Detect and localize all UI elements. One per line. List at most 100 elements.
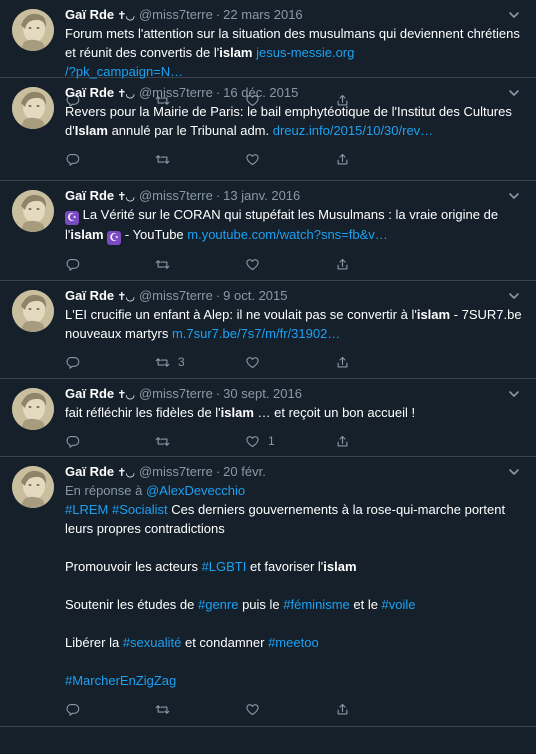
- highlighted-keyword: Islam: [74, 123, 108, 138]
- reply-icon: [66, 356, 80, 369]
- like-icon: [246, 258, 259, 270]
- tweet[interactable]: Gaï Rde ✝◡ @miss7terre · 22 mars 2016 Forum …: [0, 0, 536, 107]
- hashtag-link[interactable]: #meetoo: [268, 635, 319, 650]
- share-button[interactable]: [335, 152, 425, 167]
- like-button[interactable]: [245, 257, 335, 272]
- separator-dot: ·: [215, 386, 221, 401]
- share-icon: [337, 435, 348, 446]
- hashtag-link[interactable]: #sexualité: [123, 635, 182, 650]
- share-button[interactable]: [335, 355, 425, 370]
- chevron-down-icon[interactable]: [508, 86, 524, 102]
- tweet-text: #LREM #Socialist Ces derniers gouverneme…: [65, 502, 506, 688]
- display-name[interactable]: Gaï Rde: [65, 85, 114, 100]
- crescent-emoji-icon: ☪: [65, 211, 79, 225]
- highlighted-keyword: islam: [70, 227, 104, 242]
- tweet[interactable]: Gaï Rde ✝◡ @miss7terre · 9 oct. 2015 L'EI cr…: [0, 281, 536, 379]
- share-button[interactable]: [335, 702, 425, 717]
- chevron-down-icon[interactable]: [508, 289, 524, 305]
- like-count: 1: [268, 434, 275, 448]
- like-button[interactable]: [245, 152, 335, 167]
- reply-button[interactable]: [65, 355, 155, 370]
- hashtag-link[interactable]: #LREM: [65, 502, 108, 517]
- reply-button[interactable]: [65, 702, 155, 717]
- reply-button[interactable]: [65, 152, 155, 167]
- name-emoji-badge: ✝◡: [117, 467, 135, 479]
- hashtag-link[interactable]: #féminisme: [283, 597, 349, 612]
- hashtag-link[interactable]: #MarcherEnZigZag: [65, 673, 176, 688]
- tweet-header: Gaï Rde ✝◡ @miss7terre · 16 déc. 2015: [65, 84, 524, 102]
- tweet-actions: [65, 142, 524, 176]
- reply-icon: [66, 435, 80, 448]
- retweet-button[interactable]: [155, 152, 245, 167]
- avatar[interactable]: [12, 9, 54, 51]
- name-emoji-badge: ✝◡: [117, 291, 135, 303]
- retweet-icon: [155, 704, 170, 714]
- separator-dot: ·: [215, 464, 221, 479]
- hashtag-link[interactable]: #voile: [382, 597, 416, 612]
- highlighted-keyword: islam: [220, 405, 254, 420]
- retweet-icon: [155, 154, 170, 164]
- retweet-button[interactable]: [155, 257, 245, 272]
- reply-icon: [66, 258, 80, 271]
- avatar[interactable]: [12, 190, 54, 232]
- reply-to-handle[interactable]: @AlexDevecchio: [146, 483, 245, 498]
- like-icon: [246, 703, 259, 715]
- user-handle[interactable]: @miss7terre: [139, 7, 213, 22]
- tweet[interactable]: Gaï Rde ✝◡ @miss7terre · 16 déc. 2015 Revers…: [0, 78, 536, 181]
- user-handle[interactable]: @miss7terre: [139, 288, 213, 303]
- like-button[interactable]: [245, 702, 335, 717]
- reply-button[interactable]: [65, 257, 155, 272]
- tweet-date[interactable]: 13 janv. 2016: [223, 188, 300, 203]
- reply-button[interactable]: [65, 434, 155, 449]
- hashtag-link[interactable]: #genre: [198, 597, 238, 612]
- user-handle[interactable]: @miss7terre: [139, 464, 213, 479]
- like-button[interactable]: [245, 355, 335, 370]
- display-name[interactable]: Gaï Rde: [65, 288, 114, 303]
- share-button[interactable]: [335, 434, 425, 449]
- retweet-button[interactable]: [155, 702, 245, 717]
- url-link[interactable]: dreuz.info/2015/10/30/rev…: [273, 123, 433, 138]
- user-handle[interactable]: @miss7terre: [139, 188, 213, 203]
- tweet-date[interactable]: 30 sept. 2016: [223, 386, 302, 401]
- retweet-button[interactable]: [155, 434, 245, 449]
- hashtag-link[interactable]: #LGBTI: [202, 559, 247, 574]
- user-handle[interactable]: @miss7terre: [139, 386, 213, 401]
- display-name[interactable]: Gaï Rde: [65, 188, 114, 203]
- reply-icon: [66, 153, 80, 166]
- name-emoji-badge: ✝◡: [117, 191, 135, 203]
- avatar[interactable]: [12, 466, 54, 508]
- reply-icon: [66, 703, 80, 716]
- timeline: Gaï Rde ✝◡ @miss7terre · 22 mars 2016 Forum …: [0, 0, 536, 727]
- url-link[interactable]: m.youtube.com/watch?sns=fb&v…: [187, 227, 388, 242]
- like-button[interactable]: 1: [245, 434, 335, 449]
- chevron-down-icon[interactable]: [508, 8, 524, 24]
- tweet-date[interactable]: 20 févr.: [223, 464, 266, 479]
- tweet[interactable]: Gaï Rde ✝◡ @miss7terre · 20 févr. En réponse…: [0, 457, 536, 727]
- user-handle[interactable]: @miss7terre: [139, 85, 213, 100]
- chevron-down-icon[interactable]: [508, 189, 524, 205]
- crescent-emoji-icon: ☪: [107, 231, 122, 245]
- retweet-button[interactable]: 3: [155, 355, 245, 370]
- avatar[interactable]: [12, 388, 54, 430]
- url-link[interactable]: jesus-messie.org /?pk_campaign=N…: [65, 45, 354, 79]
- avatar[interactable]: [12, 290, 54, 332]
- tweet[interactable]: Gaï Rde ✝◡ @miss7terre · 13 janv. 2016 ☪ La …: [0, 181, 536, 281]
- reply-prefix: En réponse à: [65, 483, 146, 498]
- tweet-date[interactable]: 22 mars 2016: [223, 7, 303, 22]
- separator-dot: ·: [215, 188, 221, 203]
- share-button[interactable]: [335, 257, 425, 272]
- display-name[interactable]: Gaï Rde: [65, 386, 114, 401]
- tweet-text: L'EI crucifie un enfant à Alep: il ne vo…: [65, 307, 526, 341]
- url-link[interactable]: m.7sur7.be/7s7/m/fr/31902…: [172, 326, 340, 341]
- tweet-date[interactable]: 16 déc. 2015: [223, 85, 298, 100]
- tweet[interactable]: Gaï Rde ✝◡ @miss7terre · 30 sept. 2016 fait …: [0, 379, 536, 457]
- share-icon: [337, 356, 348, 367]
- display-name[interactable]: Gaï Rde: [65, 7, 114, 22]
- chevron-down-icon[interactable]: [508, 387, 524, 403]
- highlighted-keyword: islam: [219, 45, 253, 60]
- chevron-down-icon[interactable]: [508, 465, 524, 481]
- display-name[interactable]: Gaï Rde: [65, 464, 114, 479]
- tweet-date[interactable]: 9 oct. 2015: [223, 288, 287, 303]
- hashtag-link[interactable]: #Socialist: [112, 502, 168, 517]
- avatar[interactable]: [12, 87, 54, 129]
